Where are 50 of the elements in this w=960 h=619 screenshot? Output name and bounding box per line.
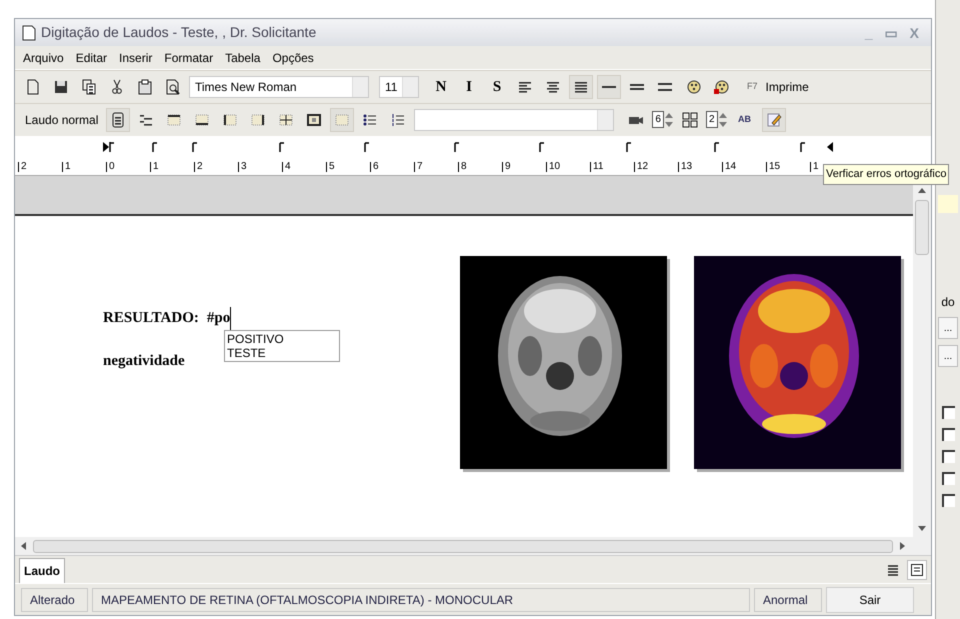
browse-button[interactable]: ... — [938, 317, 958, 339]
font-field[interactable]: 11 — [379, 76, 419, 98]
field-label: do — [941, 294, 955, 311]
format-button[interactable]: I — [457, 75, 481, 99]
ruler-number: 1 — [62, 162, 106, 172]
field-label: RESULTADO: — [103, 309, 199, 328]
menu-item[interactable]: Formatar — [164, 48, 214, 66]
ruler-number: 8 — [458, 162, 502, 172]
status-field: Anormal — [754, 588, 822, 612]
ruler-number: 7 — [414, 162, 458, 172]
autocomplete-list[interactable]: POSITIVO TESTE — [224, 330, 340, 362]
menu-item[interactable]: Editar — [76, 48, 108, 66]
ruler-number: 6 — [370, 162, 414, 172]
spinner-value: 2 — [706, 111, 718, 128]
ruler-number: 13 — [678, 162, 722, 172]
ruler-number: 1 — [150, 162, 194, 172]
font-field[interactable]: Times New Roman — [189, 76, 369, 98]
window-title: Digitação de Laudos - Teste, , Dr. Solicitante — [41, 23, 318, 42]
shortcut-label: F7 — [747, 80, 758, 94]
toolbar-button[interactable]: Laudo normal — [21, 109, 102, 131]
browse-button[interactable]: ... — [938, 345, 958, 367]
toolbar-button[interactable]: Imprime — [762, 76, 813, 98]
ruler-number: 2 — [194, 162, 238, 172]
ruler-number: 12 — [634, 162, 678, 172]
menu-item[interactable]: Arquivo — [23, 48, 64, 66]
ruler-number: 2 — [18, 162, 62, 172]
format-button[interactable]: S — [485, 75, 509, 99]
ruler-number: 11 — [590, 162, 634, 172]
ruler-number: 5 — [326, 162, 370, 172]
ruler-number: 10 — [546, 162, 590, 172]
menu-item[interactable]: Tabela — [225, 48, 260, 66]
status-field: Alterado — [21, 588, 88, 612]
spinner-value: 6 — [652, 111, 664, 128]
status-field: MAPEAMENTO DE RETINA (OFTALMOSCOPIA INDIRETA) - MONOCULAR — [92, 588, 750, 612]
tab[interactable]: Laudo — [19, 558, 65, 583]
ruler-number: 4 — [282, 162, 326, 172]
autocomplete-option[interactable]: POSITIVO — [227, 332, 337, 346]
exit-button[interactable]: Sair — [826, 586, 914, 612]
spellcheck-button[interactable]: AB — [732, 108, 758, 132]
ruler-number: 3 — [238, 162, 282, 172]
ruler-number: 14 — [722, 162, 766, 172]
ruler-number: 9 — [502, 162, 546, 172]
tooltip: Verficar erros ortográfico — [823, 164, 950, 184]
format-button[interactable]: N — [429, 75, 453, 99]
ruler-number: 0 — [106, 162, 150, 172]
document-text: negatividade — [103, 352, 185, 370]
menu-item[interactable]: Opções — [272, 48, 314, 66]
ruler-number: 15 — [766, 162, 810, 172]
menu-item[interactable]: Inserir — [119, 48, 152, 66]
autocomplete-option[interactable]: TESTE — [227, 346, 337, 360]
